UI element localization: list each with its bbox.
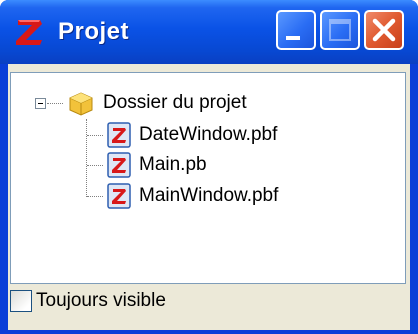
minimize-icon: [286, 36, 300, 40]
title-bar[interactable]: Projet: [0, 0, 418, 64]
close-button[interactable]: [364, 10, 404, 50]
minus-icon: [38, 103, 43, 104]
maximize-button[interactable]: [320, 10, 360, 50]
tree-item-file[interactable]: DateWindow.pbf: [107, 120, 277, 150]
always-visible-option[interactable]: Toujours visible: [10, 290, 166, 312]
project-window: Projet Dossier du projet DateWindow.pbf …: [0, 0, 418, 334]
pb-file-icon: [107, 152, 131, 178]
collapse-toggle[interactable]: [35, 98, 46, 109]
tree-connector: [47, 103, 63, 104]
minimize-button[interactable]: [276, 10, 316, 50]
window-title: Projet: [58, 18, 130, 45]
tree-item-file[interactable]: Main.pb: [107, 150, 207, 180]
always-visible-label: Toujours visible: [36, 290, 166, 311]
window-client-area: Dossier du projet DateWindow.pbf Main.pb: [8, 64, 410, 330]
tree-item-root[interactable]: Dossier du projet: [103, 88, 247, 118]
maximize-icon: [329, 19, 351, 41]
tree-connector: [86, 119, 87, 197]
tree-item-label: Main.pb: [139, 154, 207, 175]
tree-connector: [87, 196, 103, 197]
folder-icon: [69, 92, 93, 116]
purebasic-z-icon: [16, 20, 42, 45]
tree-item-label: DateWindow.pbf: [139, 124, 278, 145]
pb-file-icon: [107, 122, 131, 148]
pb-file-icon: [107, 183, 131, 209]
project-tree[interactable]: Dossier du projet DateWindow.pbf Main.pb: [10, 72, 406, 284]
tree-connector: [87, 165, 103, 166]
tree-connector: [87, 135, 103, 136]
always-visible-checkbox[interactable]: [10, 290, 32, 312]
tree-item-label: MainWindow.pbf: [139, 185, 279, 206]
close-icon: [372, 18, 396, 42]
tree-item-label: Dossier du projet: [103, 92, 247, 113]
tree-item-file[interactable]: MainWindow.pbf: [107, 181, 278, 211]
